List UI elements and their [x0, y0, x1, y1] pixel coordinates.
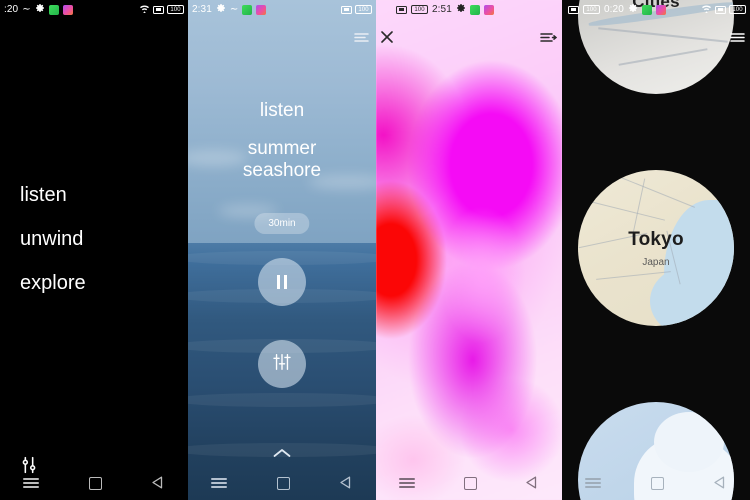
gradient-overlay	[376, 0, 562, 500]
player-section-label: listen	[259, 100, 305, 121]
wifi-icon	[139, 4, 150, 16]
nav-back-icon[interactable]	[146, 471, 168, 493]
main-menu: listen unwind explore	[20, 185, 86, 317]
gear-icon	[456, 3, 466, 16]
city-name: Tokyo	[628, 228, 684, 250]
panel-cities: Thailand Cities Tokyo Japan Reykjavik 1	[562, 0, 750, 500]
equalizer-icon	[271, 352, 293, 377]
hamburger-icon[interactable]	[354, 30, 370, 44]
status-time: :20	[4, 4, 19, 15]
panel-player: 2:31 ∼ 100 listen summer seashore 30min	[188, 0, 376, 500]
app-green-icon	[469, 4, 480, 15]
battery-icon: 100	[355, 5, 372, 14]
track-title-line2: seashore	[242, 160, 322, 181]
nav-menu-icon[interactable]	[208, 471, 230, 493]
mixer-button[interactable]	[258, 340, 306, 388]
nav-bar-4	[562, 464, 750, 500]
sim-icon	[341, 5, 352, 14]
nav-home-icon[interactable]	[645, 471, 667, 493]
gear-icon	[216, 3, 226, 16]
menu-item-listen[interactable]: listen	[20, 185, 86, 205]
city-card-tokyo[interactable]: Tokyo Japan	[578, 170, 734, 326]
panel-menu: :20 ∼ 100 listen unwind explore	[0, 0, 188, 500]
gear-icon	[628, 3, 638, 16]
status-bar-1: :20 ∼ 100	[0, 0, 188, 19]
track-title-line1: summer	[247, 138, 317, 159]
gear-icon	[35, 3, 45, 16]
close-icon[interactable]	[380, 30, 394, 44]
app-green-icon	[641, 4, 652, 15]
pause-icon	[277, 275, 287, 289]
nav-bar-1	[0, 464, 188, 500]
nav-menu-icon[interactable]	[20, 471, 42, 493]
menu-item-explore[interactable]: explore	[20, 273, 86, 293]
track-title: summer seashore	[188, 138, 376, 182]
battery-icon: 100	[729, 5, 746, 14]
zigzag-icon: ∼	[229, 3, 239, 15]
nav-menu-icon[interactable]	[396, 471, 418, 493]
hamburger-icon[interactable]	[730, 30, 746, 44]
nav-home-icon[interactable]	[458, 471, 480, 493]
sim-icon	[568, 5, 579, 14]
city-country: Japan	[642, 256, 670, 268]
app-green-icon	[48, 4, 59, 15]
nav-back-icon[interactable]	[334, 471, 356, 493]
nav-back-icon[interactable]	[708, 471, 730, 493]
battery-icon: 100	[583, 5, 600, 14]
nav-bar-2	[188, 464, 376, 500]
app-pink-icon	[655, 4, 666, 15]
app-pink-icon	[62, 4, 73, 15]
status-bar-3: 100 2:51	[376, 0, 562, 19]
battery-icon: 100	[167, 5, 184, 14]
sim-icon	[153, 5, 164, 14]
app-pink-icon	[256, 4, 267, 15]
menu-item-unwind[interactable]: unwind	[20, 229, 86, 249]
zigzag-icon: ∼	[22, 3, 31, 15]
hamburger-sort-icon[interactable]	[540, 30, 557, 44]
battery-icon: 100	[411, 5, 428, 14]
nav-menu-icon[interactable]	[582, 471, 604, 493]
status-time: 0:20	[604, 4, 624, 15]
pause-button[interactable]	[258, 258, 306, 306]
wifi-icon	[701, 4, 712, 16]
sim-icon	[396, 5, 407, 14]
sim-icon	[715, 5, 726, 14]
nav-home-icon[interactable]	[271, 471, 293, 493]
nav-home-icon[interactable]	[83, 471, 105, 493]
app-green-icon	[242, 4, 253, 15]
status-time: 2:51	[432, 4, 452, 15]
screenshot-root: :20 ∼ 100 listen unwind explore 2:31 ∼ 1…	[0, 0, 750, 500]
player-header: listen summer seashore	[188, 100, 376, 182]
app-pink-icon	[483, 4, 494, 15]
status-bar-4: 100 0:20 100	[562, 0, 750, 19]
nav-back-icon[interactable]	[520, 471, 542, 493]
status-bar-2: 2:31 ∼ 100	[188, 0, 376, 19]
duration-badge[interactable]: 30min	[254, 213, 310, 234]
nav-bar-3	[376, 464, 562, 500]
status-time: 2:31	[192, 4, 212, 15]
panel-gradient: 100 2:51	[376, 0, 562, 500]
chevron-up-icon[interactable]	[273, 448, 291, 458]
